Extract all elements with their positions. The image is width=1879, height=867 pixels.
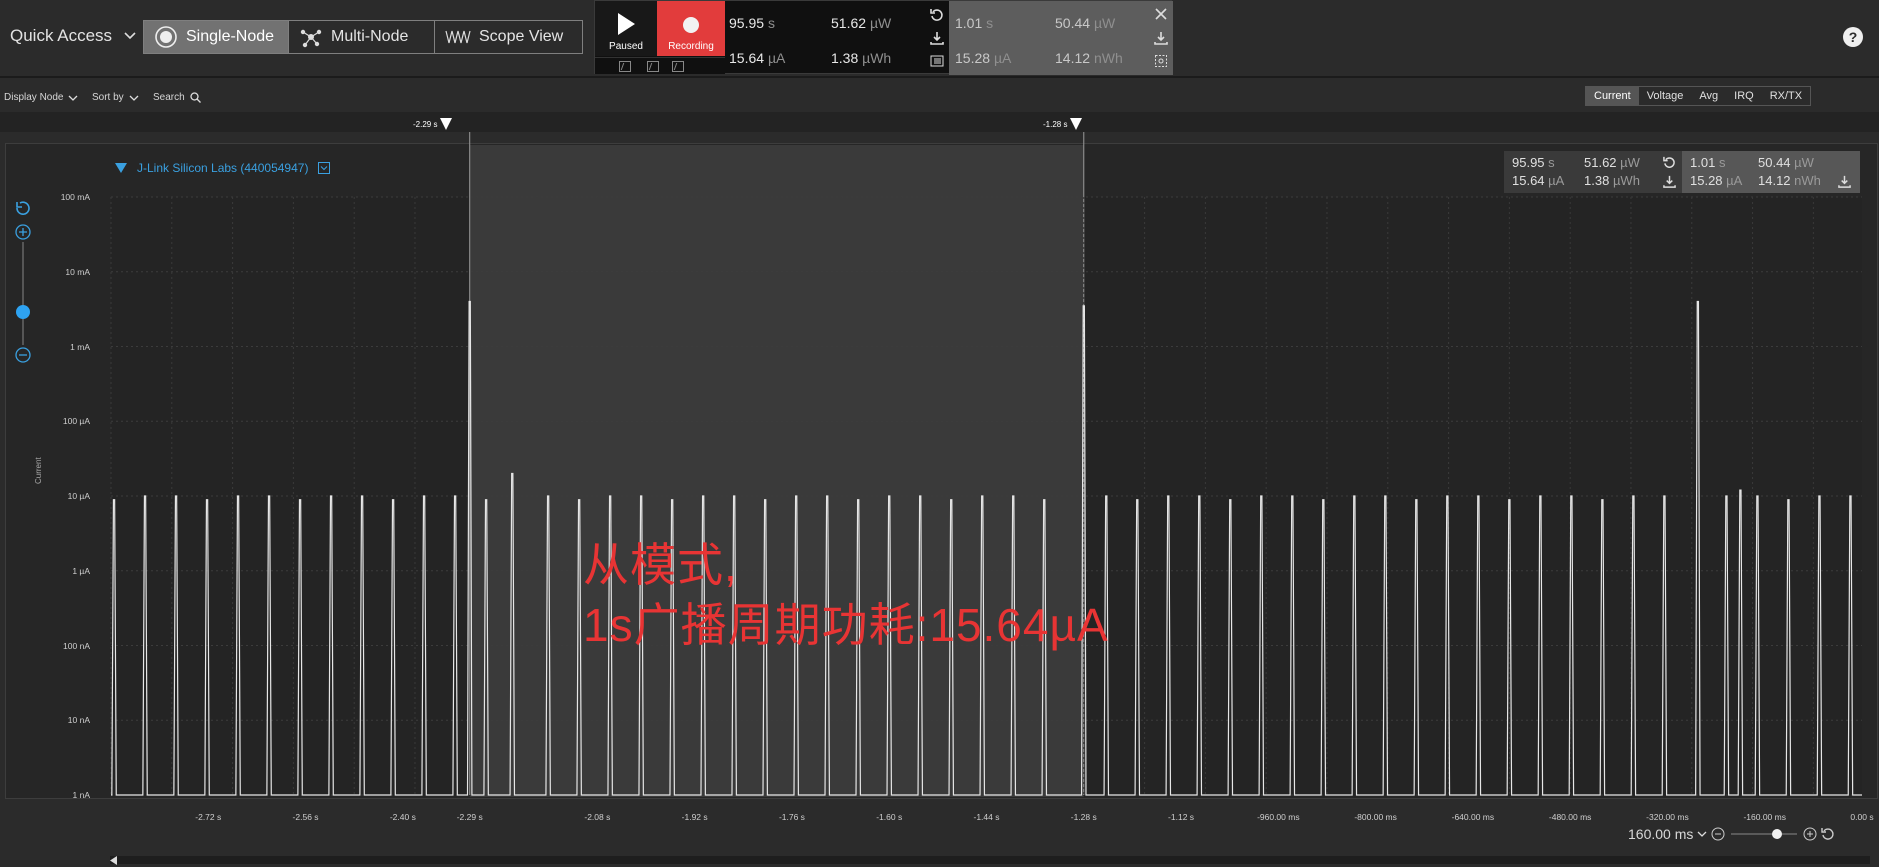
chevron-down-icon	[1697, 831, 1707, 837]
y-tick-label: 100 µA	[62, 416, 90, 427]
zoom-out-icon[interactable]	[1711, 827, 1725, 841]
y-tick-label: 1 µA	[72, 565, 90, 576]
x-tick-label: -1.76 s	[778, 812, 805, 822]
x-tick-label: -1.12 s	[1168, 812, 1195, 822]
annotation-line-1: 从模式,	[583, 539, 738, 591]
y-tick-label: 10 nA	[67, 715, 90, 726]
y-tick-label: 1 nA	[72, 790, 91, 800]
plot-sel-power: 50.44 µW	[1758, 155, 1814, 170]
y-tick-label: 10 µA	[67, 491, 90, 501]
x-tick-label: -960.00 ms	[1257, 812, 1300, 822]
zoom-in-icon[interactable]	[1803, 827, 1817, 841]
x-tick-label: -1.28 s	[1070, 812, 1097, 822]
x-tick-label: -1.44 s	[973, 812, 1000, 822]
annotation-text: 从模式, 1s广播周期功耗:15.64µA	[583, 535, 1109, 655]
x-tick-label: -2.40 s	[389, 812, 416, 822]
plot-energy-value: 1.38 µWh	[1584, 173, 1640, 188]
selection-region	[469, 145, 1084, 797]
reset-icon[interactable]	[1659, 152, 1679, 172]
plot-stats-overlay: 95.95 s 15.64 µA 51.62 µW 1.38 µWh 1.01 …	[1504, 151, 1860, 193]
y-tick-label: 1 mA	[70, 341, 90, 352]
x-tick-label: -160.00 ms	[1743, 812, 1786, 822]
x-tick-label: -320.00 ms	[1646, 812, 1689, 822]
x-tick-label: -480.00 ms	[1548, 812, 1592, 822]
scroll-left-icon[interactable]	[110, 856, 118, 865]
x-tick-label: 0.00 s	[1850, 812, 1874, 822]
plot-sel-energy: 14.12 nWh	[1758, 173, 1821, 188]
collapse-triangle-icon[interactable]	[115, 163, 127, 173]
x-tick-label: -1.92 s	[681, 812, 708, 822]
reset-zoom-icon[interactable]	[1821, 827, 1835, 841]
zoom-slider-track[interactable]	[1729, 827, 1799, 841]
annotation-line-2: 1s广播周期功耗:15.64µA	[583, 599, 1109, 651]
channel-menu-icon[interactable]	[318, 162, 331, 174]
x-tick-label: -2.08 s	[584, 812, 611, 822]
current-chart[interactable]	[0, 0, 1879, 867]
channel-header: J-Link Silicon Labs (440054947)	[115, 161, 331, 175]
x-tick-label: -640.00 ms	[1451, 812, 1495, 822]
x-tick-label: -2.72 s	[195, 812, 222, 822]
plot-power-value: 51.62 µW	[1584, 155, 1640, 170]
x-tick-label: -800.00 ms	[1354, 812, 1397, 822]
plot-current-value: 15.64 µA	[1512, 173, 1565, 188]
vertical-zoom-slider[interactable]	[15, 200, 31, 365]
plot-time-value: 95.95 s	[1512, 155, 1555, 170]
x-tick-label: -1.60 s	[876, 812, 903, 822]
plot-sel-time: 1.01 s	[1690, 155, 1726, 170]
zoom-level-label: 160.00 ms	[1628, 826, 1694, 842]
y-tick-label: 100 nA	[63, 640, 90, 651]
plot-sel-current: 15.28 µA	[1690, 173, 1743, 188]
y-tick-label: 100 mA	[60, 192, 90, 202]
horizontal-scrollbar[interactable]	[110, 856, 1870, 864]
time-zoom-control[interactable]: 160.00 ms	[1628, 826, 1835, 842]
channel-name: J-Link Silicon Labs (440054947)	[137, 161, 309, 175]
x-tick-label: -2.29 s	[456, 812, 483, 822]
y-axis-label: Current	[34, 457, 43, 484]
plot-selection-stats: 1.01 s 15.28 µA 50.44 µW 14.12 nWh	[1682, 151, 1860, 193]
download-icon[interactable]	[1834, 171, 1854, 191]
y-tick-label: 10 mA	[65, 266, 90, 277]
x-tick-label: -2.56 s	[292, 812, 319, 822]
download-icon[interactable]	[1659, 171, 1679, 191]
